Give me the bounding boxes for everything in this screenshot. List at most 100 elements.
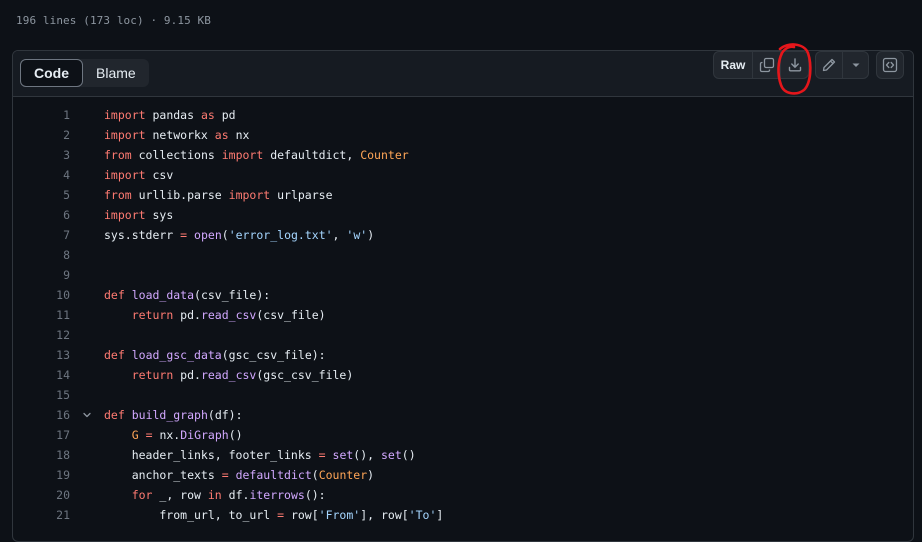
code-square-icon <box>882 57 898 73</box>
code-token: import <box>104 128 146 142</box>
copy-icon <box>759 57 774 73</box>
code-token: ] <box>436 508 444 522</box>
code-token: pd <box>214 108 236 122</box>
code-token: sys <box>145 208 174 222</box>
code-token: anchor_texts <box>104 468 222 482</box>
line-number[interactable]: 2 <box>13 128 70 142</box>
code-token: pandas <box>145 108 201 122</box>
code-token: ( <box>221 228 229 242</box>
line-number[interactable]: 14 <box>13 368 70 382</box>
line-number[interactable]: 5 <box>13 188 70 202</box>
pencil-icon <box>822 58 836 72</box>
code-token: import <box>228 188 271 202</box>
code-token: open <box>194 228 222 242</box>
code-text: sys.stderr = open('error_log.txt', 'w') <box>104 228 374 242</box>
code-text: from urllib.parse import urlparse <box>104 188 333 202</box>
code-token: set <box>381 448 402 462</box>
tab-blame[interactable]: Blame <box>83 59 149 87</box>
line-number[interactable]: 20 <box>13 488 70 502</box>
line-number[interactable]: 18 <box>13 448 70 462</box>
code-line: 13 def load_gsc_data(gsc_csv_file): <box>13 345 913 365</box>
copy-raw-button[interactable] <box>752 52 780 78</box>
code-line: 2 import networkx as nx <box>13 125 913 145</box>
code-token: from <box>104 148 132 162</box>
line-number[interactable]: 21 <box>13 508 70 522</box>
code-text: import pandas as pd <box>104 108 236 122</box>
line-number[interactable]: 7 <box>13 228 70 242</box>
code-token: import <box>104 208 146 222</box>
code-token: (gsc_csv_file): <box>221 348 326 362</box>
code-token: 'w' <box>346 228 368 242</box>
edit-button[interactable] <box>816 52 842 78</box>
code-line: 14 return pd.read_csv(gsc_csv_file) <box>13 365 913 385</box>
edit-dropdown-button[interactable] <box>842 52 868 78</box>
code-token: networkx <box>145 128 215 142</box>
code-token: G <box>131 428 139 442</box>
code-token: def <box>104 288 125 302</box>
code-token: csv <box>145 168 174 182</box>
fold-toggle[interactable] <box>70 410 104 420</box>
line-number[interactable]: 16 <box>13 408 70 422</box>
code-token: = <box>221 468 229 482</box>
code-token: as <box>200 108 215 122</box>
line-number[interactable]: 9 <box>13 268 70 282</box>
code-text: G = nx.DiGraph() <box>104 428 243 442</box>
line-number[interactable]: 10 <box>13 288 70 302</box>
line-number[interactable]: 17 <box>13 428 70 442</box>
line-number[interactable]: 6 <box>13 208 70 222</box>
raw-button[interactable]: Raw <box>714 52 752 78</box>
code-token: from <box>104 188 132 202</box>
line-number[interactable]: 13 <box>13 348 70 362</box>
code-token: load_data <box>131 288 195 302</box>
code-token: for <box>131 488 153 502</box>
code-token: header_links, footer_links <box>104 448 319 462</box>
code-token: pd. <box>173 368 201 382</box>
code-token: ) <box>367 468 375 482</box>
line-number[interactable]: 1 <box>13 108 70 122</box>
symbols-panel-button[interactable] <box>877 52 903 78</box>
line-number[interactable]: 19 <box>13 468 70 482</box>
code-text: return pd.read_csv(gsc_csv_file) <box>104 368 354 382</box>
line-number[interactable]: 11 <box>13 308 70 322</box>
code-token: def <box>104 348 125 362</box>
line-number[interactable]: 15 <box>13 388 70 402</box>
line-number[interactable]: 12 <box>13 328 70 342</box>
code-token: 'From' <box>318 508 361 522</box>
code-line: 16 def build_graph(df): <box>13 405 913 425</box>
file-viewer: Code Blame Raw 1 import pandas as pd 2 i… <box>12 50 914 542</box>
code-line: 17 G = nx.DiGraph() <box>13 425 913 445</box>
code-token: return <box>131 368 174 382</box>
code-token: build_graph <box>131 408 208 422</box>
chevron-down-icon <box>83 412 91 418</box>
code-token: (df): <box>207 408 243 422</box>
code-token: (csv_file) <box>256 308 326 322</box>
code-line: 4 import csv <box>13 165 913 185</box>
code-text: from_url, to_url = row['From'], row['To'… <box>104 508 443 522</box>
line-number[interactable]: 4 <box>13 168 70 182</box>
code-token: import <box>104 168 146 182</box>
code-line: 3 from collections import defaultdict, Co… <box>13 145 913 165</box>
code-line: 19 anchor_texts = defaultdict(Counter) <box>13 465 913 485</box>
code-line: 1 import pandas as pd <box>13 105 913 125</box>
code-token: = <box>318 448 326 462</box>
symbols-panel-group <box>876 51 904 79</box>
code-token: 'error_log.txt' <box>228 228 333 242</box>
line-number[interactable]: 3 <box>13 148 70 162</box>
code-token: read_csv <box>200 308 257 322</box>
code-token: ], row[ <box>360 508 409 522</box>
tab-code[interactable]: Code <box>20 59 83 87</box>
line-number[interactable]: 8 <box>13 248 70 262</box>
code-token: sys.stderr <box>104 228 181 242</box>
download-raw-button[interactable] <box>780 52 808 78</box>
code-text: import csv <box>104 168 173 182</box>
code-token: set <box>332 448 354 462</box>
code-text: def build_graph(df): <box>104 408 243 422</box>
